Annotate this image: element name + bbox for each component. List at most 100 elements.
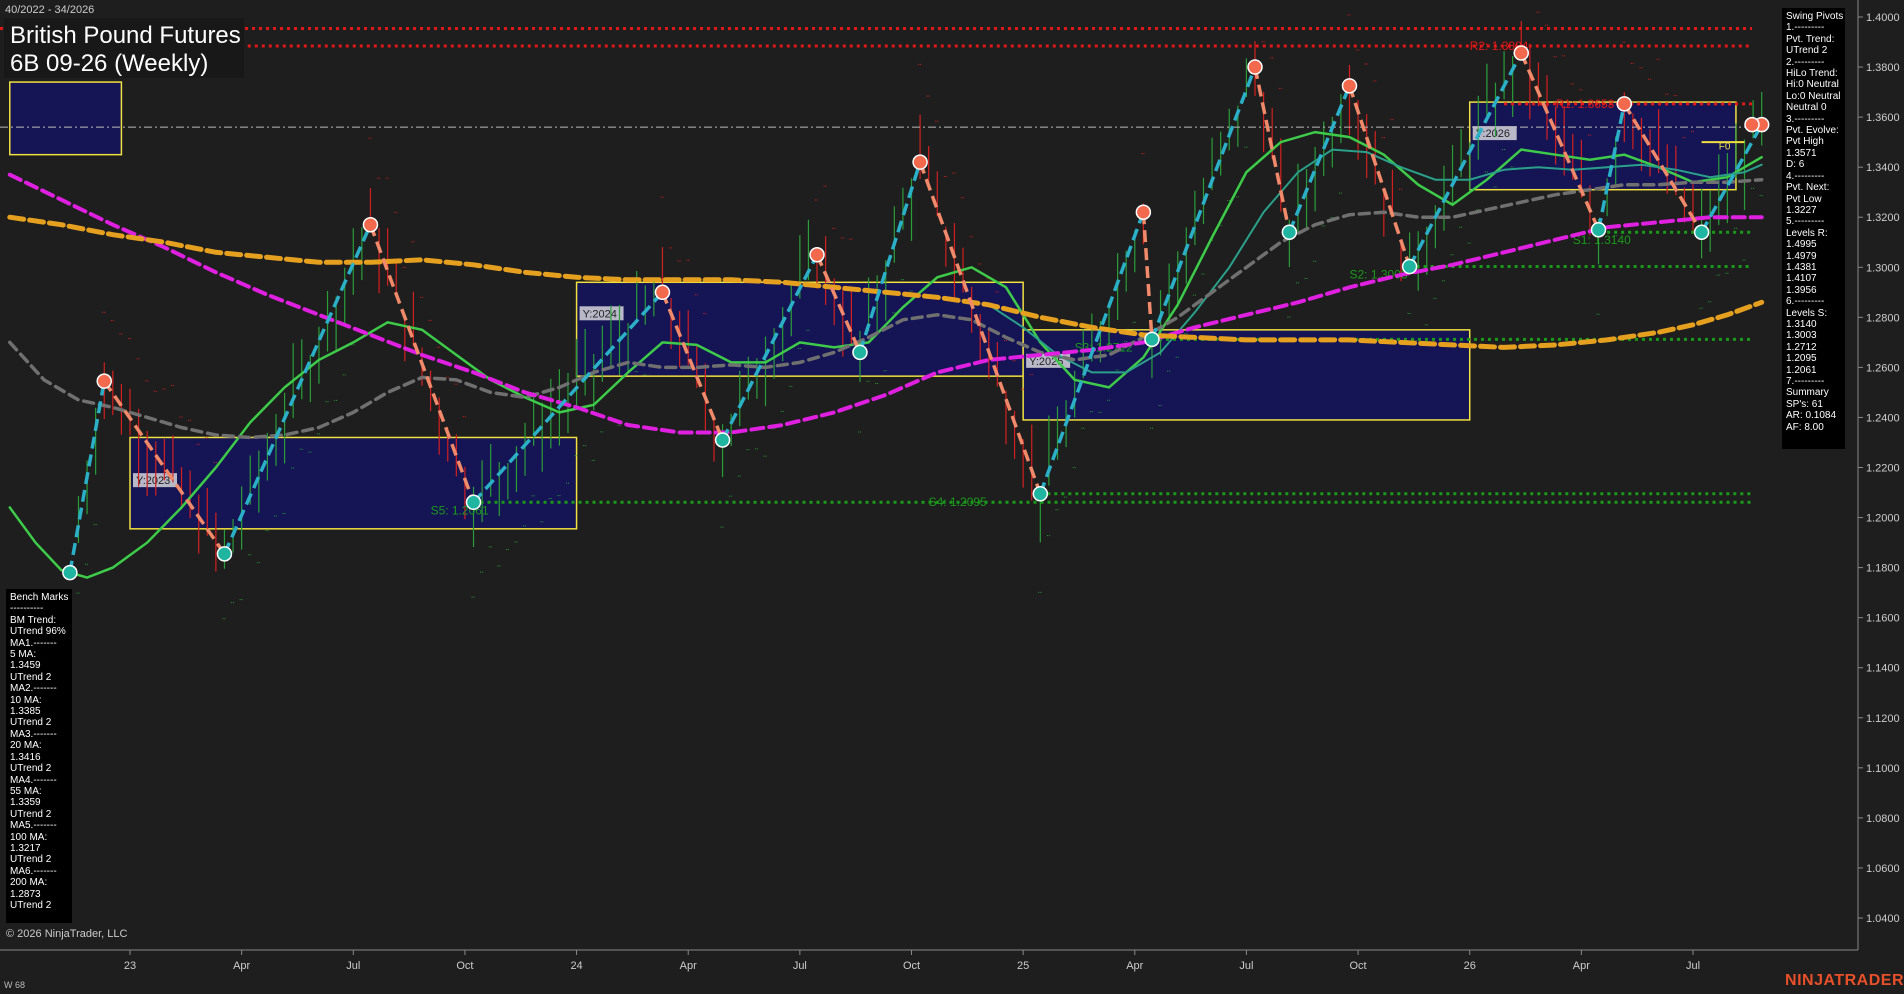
swing-pivots-line: 7.--------- (1786, 376, 1825, 387)
bench-marks-line: UTrend 2 (10, 671, 52, 683)
swing-pivots-line: AF: 8.00 (1786, 421, 1824, 433)
bench-marks-line: UTrend 2 (10, 808, 52, 820)
y-tick-label: 1.1400 (1866, 663, 1900, 675)
x-tick-label: Oct (456, 960, 473, 972)
bench-marks-line: 1.3416 (10, 751, 41, 763)
swing-pivots-line: D: 6 (1786, 159, 1805, 171)
x-tick-label: Jul (346, 960, 360, 972)
swing-pivots-line: 2.--------- (1786, 56, 1825, 68)
swing-pivots-line: Summary (1786, 387, 1829, 399)
x-tick-label: Apr (1126, 960, 1143, 972)
swing-pivots-line: Levels R: (1786, 227, 1828, 239)
swing-high-marker (912, 154, 928, 170)
swing-pivots-line: 1.--------- (1786, 22, 1825, 34)
swing-low-marker (465, 494, 482, 511)
x-tick-label: Apr (680, 960, 697, 972)
y-tick-label: 1.2400 (1866, 412, 1900, 424)
x-tick-label: Apr (233, 960, 250, 972)
swing-pivots-line: HiLo Trend: (1786, 68, 1838, 80)
y-tick-label: 1.1600 (1866, 613, 1900, 625)
instrument-title: British Pound Futures (10, 22, 241, 49)
bench-marks-line: 1.3217 (10, 842, 41, 854)
y-tick-label: 1.2200 (1866, 463, 1900, 475)
bench-marks-line: 200 MA: (10, 877, 48, 889)
swing-low-marker (1281, 224, 1298, 240)
swing-high-marker (362, 216, 379, 233)
y-tick-label: 1.3400 (1866, 162, 1900, 174)
w-label: W 68 (4, 980, 26, 990)
swing-pivots-line: 1.4979 (1786, 250, 1817, 262)
x-tick-label: Jul (793, 960, 807, 972)
year-box-label: Y:2024 (583, 308, 617, 320)
swing-low-marker (1032, 486, 1049, 502)
swing-low-marker (1693, 224, 1710, 240)
bench-marks-line: MA3.------- (10, 728, 57, 740)
bench-marks-line: UTrend 2 (10, 854, 52, 866)
swing-pivots-line: 1.4107 (1786, 273, 1817, 285)
y-tick-label: 1.2000 (1866, 513, 1900, 525)
last-price-marker (1744, 116, 1760, 133)
x-tick-label: 24 (570, 960, 582, 972)
swing-high-marker (654, 284, 671, 301)
bench-marks-line: ---------- (10, 603, 44, 615)
bench-marks-line: MA1.------- (10, 637, 57, 649)
y-tick-label: 1.3200 (1866, 212, 1900, 224)
y-tick-label: 1.3000 (1866, 262, 1900, 274)
bench-marks-line: MA2.------- (10, 683, 57, 695)
y-tick-label: 1.1200 (1866, 713, 1900, 725)
swing-pivots-line: Pvt Low (1786, 193, 1822, 205)
swing-high-marker (1247, 59, 1263, 75)
instrument-subtitle: 6B 09-26 (Weekly) (10, 50, 209, 77)
swing-pivots-line: 3.--------- (1786, 113, 1825, 125)
swing-low-marker (1401, 258, 1418, 275)
swing-pivots-line: 1.2061 (1786, 364, 1817, 376)
swing-pivots-line: 1.2095 (1786, 353, 1817, 365)
swing-low-marker (1144, 331, 1160, 348)
swing-high-marker (809, 247, 825, 263)
x-tick-label: Jul (1686, 960, 1700, 972)
bench-marks-line: Bench Marks (10, 592, 69, 603)
swing-pivots-line: Pvt. Next: (1786, 182, 1830, 194)
bench-marks-line: 55 MA: (10, 785, 42, 797)
swing-pivots-line: Pvt. Evolve: (1786, 125, 1839, 137)
swing-pivots-line: Neutral 0 (1786, 102, 1827, 114)
swing-low-marker (216, 546, 233, 562)
y-tick-label: 1.2600 (1866, 362, 1900, 374)
swing-pivots-line: 1.2712 (1786, 341, 1817, 353)
ninjatrader-logo: NINJATRADER (1785, 972, 1904, 989)
y-tick-label: 1.0800 (1866, 813, 1900, 825)
bench-marks-line: 10 MA: (10, 694, 42, 706)
y-tick-label: 1.3600 (1866, 112, 1900, 124)
swing-pivots-line: Pvt. Trend: (1786, 33, 1835, 45)
swing-pivots-line: 1.4381 (1786, 261, 1817, 273)
swing-pivots-line: 1.3956 (1786, 284, 1817, 296)
level-label: R1: 1.3653 (1556, 97, 1615, 111)
bench-marks-line: UTrend 2 (10, 717, 52, 729)
swing-pivots-line: AR: 0.1084 (1786, 410, 1837, 422)
year-box (9, 81, 123, 156)
y-tick-label: 1.0400 (1866, 913, 1900, 925)
bench-marks-line: UTrend 2 (10, 763, 52, 775)
bench-marks-line: MA4.------- (10, 774, 57, 786)
x-tick-label: Apr (1573, 960, 1590, 972)
year-box-label: Y:2023 (136, 475, 170, 487)
bench-marks-line: MA5.------- (10, 820, 57, 832)
x-tick-label: 26 (1464, 960, 1476, 972)
swing-pivots-line: 4.--------- (1786, 170, 1825, 182)
swing-pivots-line: UTrend 2 (1786, 45, 1828, 57)
swing-pivots-line: SP's: 61 (1786, 398, 1823, 410)
swing-low-marker (1590, 221, 1607, 238)
bench-marks-line: 20 MA: (10, 740, 42, 752)
y-tick-label: 1.1000 (1866, 763, 1900, 775)
swing-pivots-panel: Swing Pivots 1.--------- Pvt. Trend: UTrend… (1782, 8, 1845, 449)
x-tick-label: 23 (124, 960, 136, 972)
bench-marks-line: MA6.------- (10, 865, 57, 877)
x-tick-label: 25 (1017, 960, 1029, 972)
bench-marks-line: 1.3359 (10, 797, 41, 809)
swing-pivots-line: Levels S: (1786, 307, 1828, 319)
x-tick-label: Jul (1239, 960, 1253, 972)
bench-marks-line: BM Trend: (10, 614, 57, 626)
copyright: © 2026 NinjaTrader, LLC (6, 928, 128, 940)
swing-low-marker (852, 344, 868, 361)
year-box (1468, 101, 1737, 191)
